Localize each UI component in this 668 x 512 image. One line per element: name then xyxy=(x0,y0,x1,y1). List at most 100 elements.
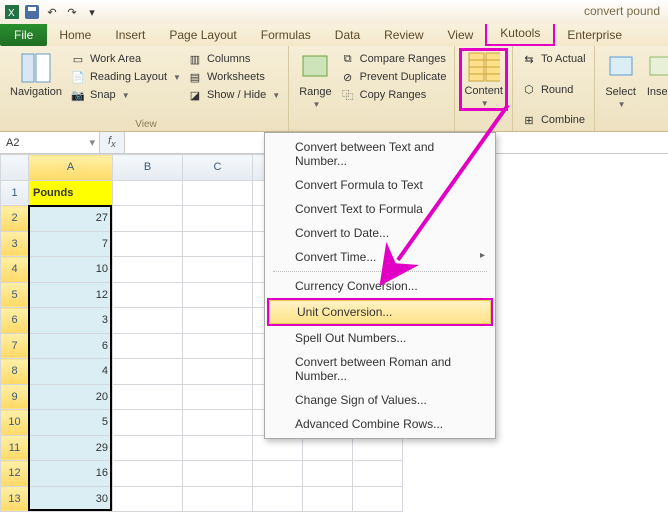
cell[interactable] xyxy=(253,461,303,487)
row-header[interactable]: 2 xyxy=(1,206,29,232)
tab-enterprise[interactable]: Enterprise xyxy=(555,25,634,46)
round-button[interactable]: ⬡Round xyxy=(521,81,586,99)
cell[interactable] xyxy=(113,359,183,385)
content-button[interactable]: Content ▼ xyxy=(464,51,503,108)
show-hide-button[interactable]: ◪Show / Hide▼ xyxy=(187,86,280,104)
menu-unit-conversion[interactable]: Unit Conversion... xyxy=(269,300,491,324)
cell[interactable]: 16 xyxy=(29,461,113,487)
column-header[interactable]: A xyxy=(29,155,113,181)
reading-layout-button[interactable]: 📄Reading Layout▼ xyxy=(70,68,181,86)
cell[interactable]: 6 xyxy=(29,333,113,359)
cell[interactable] xyxy=(113,231,183,257)
cell[interactable]: 10 xyxy=(29,257,113,283)
navigation-button[interactable]: Navigation xyxy=(8,50,64,100)
tab-view[interactable]: View xyxy=(436,25,486,46)
cell[interactable] xyxy=(253,486,303,512)
row-header[interactable]: 3 xyxy=(1,231,29,257)
cell[interactable] xyxy=(303,486,353,512)
tab-home[interactable]: Home xyxy=(47,25,103,46)
cell[interactable] xyxy=(113,384,183,410)
tab-formulas[interactable]: Formulas xyxy=(249,25,323,46)
cell[interactable] xyxy=(113,257,183,283)
cell[interactable]: 4 xyxy=(29,359,113,385)
row-header[interactable]: 9 xyxy=(1,384,29,410)
cell[interactable] xyxy=(113,180,183,206)
tab-file[interactable]: File xyxy=(0,24,47,46)
redo-icon[interactable]: ↷ xyxy=(64,4,80,20)
range-button[interactable]: Range ▼ xyxy=(297,50,333,129)
cell[interactable] xyxy=(113,410,183,436)
cell[interactable] xyxy=(183,257,253,283)
column-header[interactable]: C xyxy=(183,155,253,181)
cell[interactable] xyxy=(183,410,253,436)
cell[interactable] xyxy=(183,486,253,512)
cell[interactable] xyxy=(183,180,253,206)
menu-convert-time[interactable]: Convert Time... xyxy=(267,245,493,269)
cell[interactable] xyxy=(113,282,183,308)
cell[interactable] xyxy=(183,333,253,359)
menu-change-sign[interactable]: Change Sign of Values... xyxy=(267,388,493,412)
compare-ranges-button[interactable]: ⧉Compare Ranges xyxy=(340,50,447,68)
save-icon[interactable] xyxy=(24,4,40,20)
cell[interactable] xyxy=(303,461,353,487)
row-header[interactable]: 12 xyxy=(1,461,29,487)
row-header[interactable]: 8 xyxy=(1,359,29,385)
row-header[interactable]: 10 xyxy=(1,410,29,436)
cell[interactable] xyxy=(353,461,403,487)
menu-advanced-combine-rows[interactable]: Advanced Combine Rows... xyxy=(267,412,493,436)
cell[interactable] xyxy=(183,231,253,257)
row-header[interactable]: 1 xyxy=(1,180,29,206)
cell[interactable] xyxy=(183,384,253,410)
cell[interactable] xyxy=(113,333,183,359)
cell[interactable] xyxy=(113,206,183,232)
combine-button[interactable]: ⊞Combine xyxy=(521,111,586,129)
cell[interactable]: 3 xyxy=(29,308,113,334)
cell[interactable] xyxy=(113,435,183,461)
cell[interactable] xyxy=(113,486,183,512)
tab-page-layout[interactable]: Page Layout xyxy=(157,25,248,46)
worksheets-button[interactable]: ▤Worksheets xyxy=(187,68,280,86)
insert-button[interactable]: Insert xyxy=(643,50,668,129)
columns-button[interactable]: ▥Columns xyxy=(187,50,280,68)
menu-convert-text-number[interactable]: Convert between Text and Number... xyxy=(267,135,493,173)
menu-convert-formula-text[interactable]: Convert Formula to Text xyxy=(267,173,493,197)
prevent-duplicate-button[interactable]: ⊘Prevent Duplicate xyxy=(340,68,447,86)
column-header[interactable]: B xyxy=(113,155,183,181)
select-button[interactable]: Select ▼ xyxy=(603,50,639,129)
work-area-button[interactable]: ▭Work Area xyxy=(70,50,181,68)
name-box[interactable]: A2 xyxy=(0,137,85,149)
menu-convert-to-date[interactable]: Convert to Date... xyxy=(267,221,493,245)
cell[interactable] xyxy=(113,461,183,487)
tab-kutools[interactable]: Kutools xyxy=(488,23,552,44)
select-all-corner[interactable] xyxy=(1,155,29,181)
row-header[interactable]: 7 xyxy=(1,333,29,359)
to-actual-button[interactable]: ⇆To Actual xyxy=(521,50,586,68)
cell[interactable]: 12 xyxy=(29,282,113,308)
menu-convert-text-formula[interactable]: Convert Text to Formula xyxy=(267,197,493,221)
copy-ranges-button[interactable]: ⿻Copy Ranges xyxy=(340,86,447,104)
row-header[interactable]: 11 xyxy=(1,435,29,461)
cell[interactable]: 30 xyxy=(29,486,113,512)
cell[interactable]: 29 xyxy=(29,435,113,461)
menu-spell-out-numbers[interactable]: Spell Out Numbers... xyxy=(267,326,493,350)
cell[interactable] xyxy=(183,359,253,385)
namebox-dropdown-icon[interactable]: ▾ xyxy=(85,136,99,149)
cell[interactable] xyxy=(353,486,403,512)
row-header[interactable]: 6 xyxy=(1,308,29,334)
cell[interactable] xyxy=(113,308,183,334)
cell[interactable] xyxy=(183,308,253,334)
tab-insert[interactable]: Insert xyxy=(103,25,157,46)
tab-data[interactable]: Data xyxy=(323,25,372,46)
cell[interactable]: Pounds xyxy=(29,180,113,206)
snap-button[interactable]: 📷Snap▼ xyxy=(70,86,181,104)
cell[interactable]: 20 xyxy=(29,384,113,410)
fx-icon[interactable]: fx xyxy=(100,135,124,149)
cell[interactable]: 5 xyxy=(29,410,113,436)
cell[interactable] xyxy=(183,206,253,232)
menu-currency-conversion[interactable]: Currency Conversion... xyxy=(267,274,493,298)
cell[interactable] xyxy=(183,435,253,461)
qat-drop-icon[interactable]: ▾ xyxy=(84,4,100,20)
row-header[interactable]: 13 xyxy=(1,486,29,512)
cell[interactable]: 27 xyxy=(29,206,113,232)
tab-review[interactable]: Review xyxy=(372,25,435,46)
